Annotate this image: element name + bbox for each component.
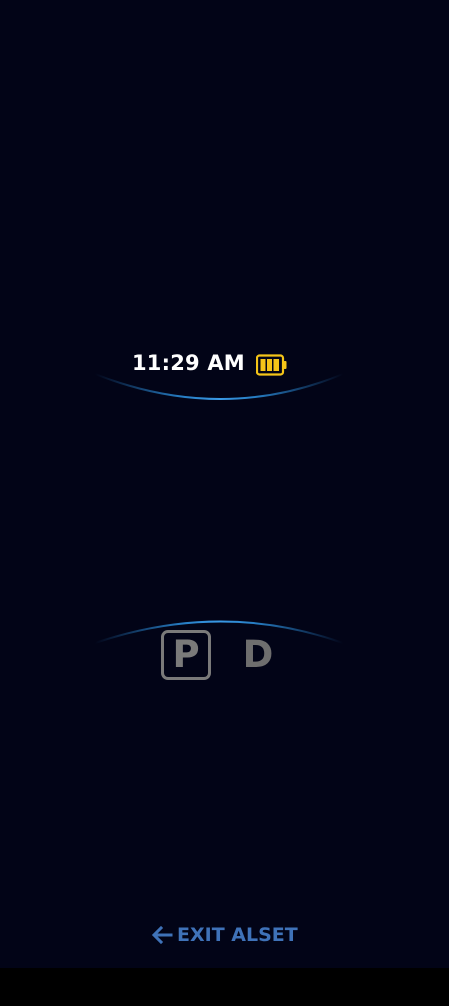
- gear-drive-button[interactable]: D: [240, 630, 276, 680]
- arrow-left-icon: [151, 925, 173, 945]
- exit-alset-button[interactable]: EXIT ALSET: [150, 918, 300, 952]
- app-screen: 11:29 AM P D EXIT ALSET: [0, 0, 449, 968]
- top-divider-arc: [94, 373, 344, 400]
- system-navigation-bar: [0, 968, 449, 1006]
- gear-selector: P D: [0, 626, 449, 682]
- gear-park-button[interactable]: P: [161, 630, 211, 680]
- exit-alset-label: EXIT ALSET: [177, 924, 298, 946]
